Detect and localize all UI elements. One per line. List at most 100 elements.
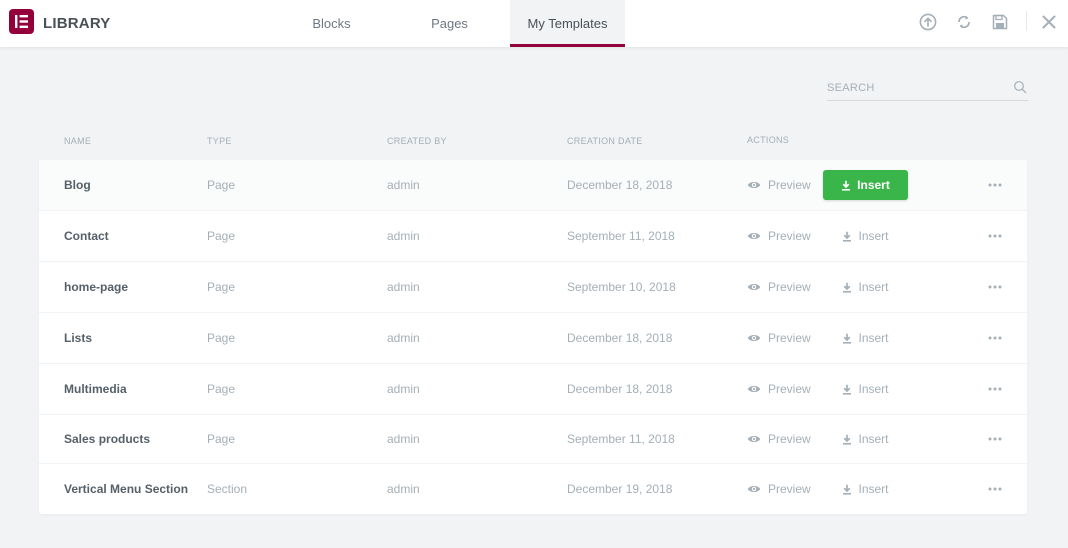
column-header-actions: ACTIONS <box>747 135 790 145</box>
insert-label: Insert <box>858 331 889 345</box>
template-type: Page <box>207 280 236 294</box>
download-icon <box>843 333 852 344</box>
more-options-icon[interactable] <box>987 384 1003 394</box>
table-row: Vertical Menu Section Section admin Dece… <box>39 464 1027 514</box>
table-row: Contact Page admin September 11, 2018 Pr… <box>39 211 1027 262</box>
template-type: Page <box>207 178 236 192</box>
upload-icon[interactable] <box>918 12 938 32</box>
more-options-icon[interactable] <box>987 282 1003 292</box>
download-icon <box>843 484 852 495</box>
preview-button[interactable]: Preview <box>747 382 811 396</box>
library-title: LIBRARY <box>43 15 111 32</box>
preview-label: Preview <box>768 280 811 294</box>
eye-icon <box>747 486 761 492</box>
template-author: admin <box>387 382 420 396</box>
preview-button[interactable]: Preview <box>747 331 811 345</box>
insert-button[interactable]: Insert <box>823 424 908 454</box>
column-header-name: NAME <box>64 136 92 146</box>
table-row: Sales products Page admin September 11, … <box>39 415 1027 464</box>
header-divider <box>1026 11 1027 31</box>
template-date: December 18, 2018 <box>567 382 673 396</box>
template-date: September 10, 2018 <box>567 280 676 294</box>
close-icon[interactable] <box>1039 12 1059 32</box>
preview-label: Preview <box>768 432 811 446</box>
preview-button[interactable]: Preview <box>747 229 811 243</box>
insert-button[interactable]: Insert <box>823 323 908 353</box>
save-icon[interactable] <box>990 12 1010 32</box>
eye-icon <box>747 233 761 239</box>
elementor-logo-icon <box>9 9 34 34</box>
preview-label: Preview <box>768 482 811 496</box>
template-type: Section <box>207 482 248 496</box>
more-options-icon[interactable] <box>987 484 1003 494</box>
templates-table: Blog Page admin December 18, 2018 Previe… <box>39 160 1027 514</box>
download-icon <box>843 384 852 395</box>
more-options-icon[interactable] <box>987 333 1003 343</box>
insert-button[interactable]: Insert <box>823 374 908 404</box>
table-row: Lists Page admin December 18, 2018 Previ… <box>39 313 1027 364</box>
preview-button[interactable]: Preview <box>747 482 811 496</box>
insert-label: Insert <box>858 229 889 243</box>
insert-label: Insert <box>858 382 889 396</box>
template-name: home-page <box>64 280 129 294</box>
sync-icon[interactable] <box>954 12 974 32</box>
column-header-created-by: CREATED BY <box>387 136 447 146</box>
preview-button[interactable]: Preview <box>747 432 811 446</box>
table-row: home-page Page admin September 10, 2018 … <box>39 262 1027 313</box>
eye-icon <box>747 284 761 290</box>
preview-label: Preview <box>768 229 811 243</box>
download-icon <box>843 282 852 293</box>
tab-blocks[interactable]: Blocks <box>274 0 389 47</box>
template-name: Vertical Menu Section <box>64 482 189 496</box>
preview-button[interactable]: Preview <box>747 178 811 192</box>
insert-label: Insert <box>858 280 889 294</box>
more-options-icon[interactable] <box>987 180 1003 190</box>
eye-icon <box>747 386 761 392</box>
template-author: admin <box>387 482 420 496</box>
eye-icon <box>747 436 761 442</box>
template-date: December 18, 2018 <box>567 331 673 345</box>
eye-icon <box>747 182 761 188</box>
library-header: LIBRARY Blocks Pages My Templates <box>0 0 1068 47</box>
template-name: Sales products <box>64 432 151 446</box>
insert-button[interactable]: Insert <box>823 221 908 251</box>
insert-label: Insert <box>858 432 889 446</box>
more-options-icon[interactable] <box>987 231 1003 241</box>
insert-label: Insert <box>857 178 890 192</box>
template-type: Page <box>207 331 236 345</box>
insert-button[interactable]: Insert <box>823 474 908 504</box>
preview-label: Preview <box>768 382 811 396</box>
template-name: Blog <box>64 178 91 192</box>
search-box <box>827 78 1028 101</box>
template-type: Page <box>207 229 236 243</box>
template-name: Contact <box>64 229 109 243</box>
template-author: admin <box>387 432 420 446</box>
preview-label: Preview <box>768 331 811 345</box>
column-header-type: TYPE <box>207 136 232 146</box>
template-name: Multimedia <box>64 382 127 396</box>
template-author: admin <box>387 331 420 345</box>
tab-my-templates[interactable]: My Templates <box>510 0 625 47</box>
tab-pages[interactable]: Pages <box>392 0 507 47</box>
more-options-icon[interactable] <box>987 434 1003 444</box>
insert-button[interactable]: Insert <box>823 170 908 200</box>
template-date: December 19, 2018 <box>567 482 673 496</box>
download-icon <box>843 231 852 242</box>
preview-button[interactable]: Preview <box>747 280 811 294</box>
download-icon <box>842 180 851 191</box>
template-name: Lists <box>64 331 93 345</box>
preview-label: Preview <box>768 178 811 192</box>
template-author: admin <box>387 229 420 243</box>
template-author: admin <box>387 178 420 192</box>
template-type: Page <box>207 382 236 396</box>
insert-label: Insert <box>858 482 889 496</box>
download-icon <box>843 434 852 445</box>
template-type: Page <box>207 432 236 446</box>
search-input[interactable] <box>827 78 1007 98</box>
search-icon[interactable] <box>1013 80 1027 94</box>
template-date: September 11, 2018 <box>567 229 675 243</box>
table-row: Multimedia Page admin December 18, 2018 … <box>39 364 1027 415</box>
insert-button[interactable]: Insert <box>823 272 908 302</box>
template-author: admin <box>387 280 420 294</box>
template-date: September 11, 2018 <box>567 432 675 446</box>
